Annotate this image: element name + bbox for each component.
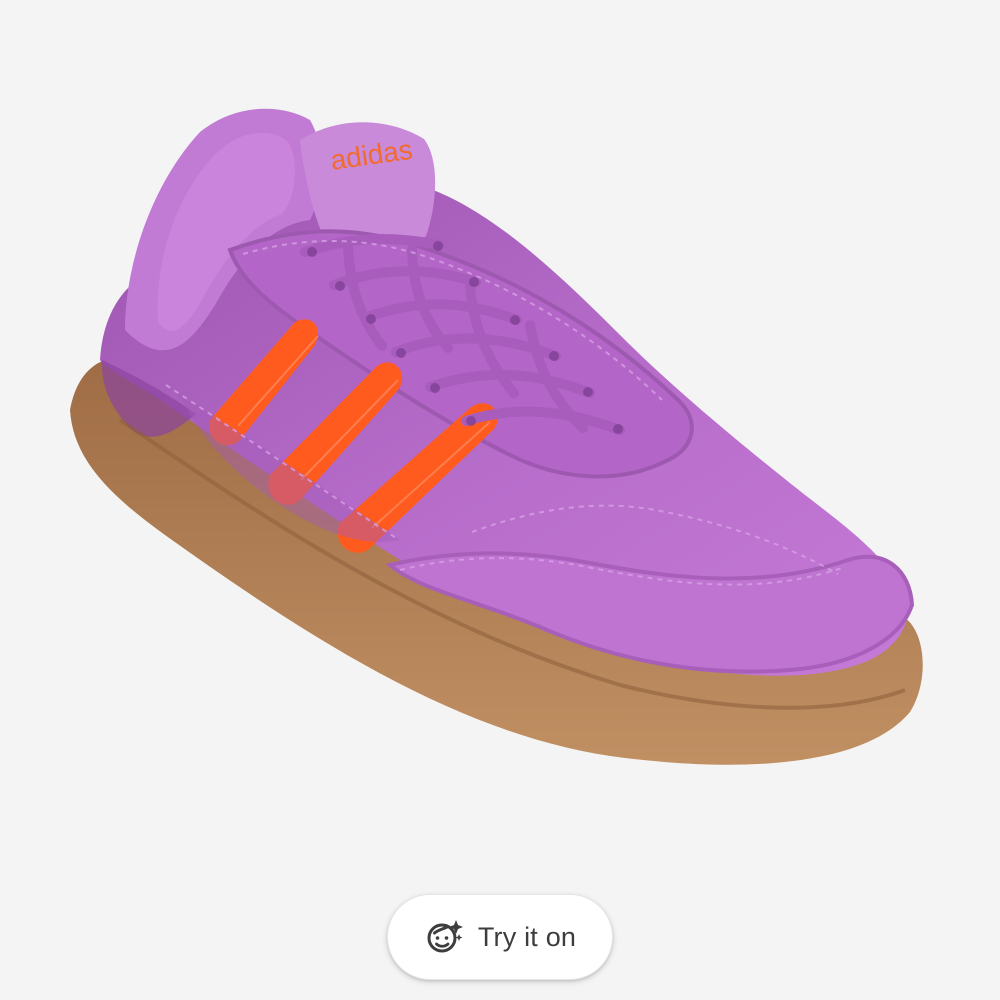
try-it-on-label: Try it on bbox=[477, 921, 577, 952]
face-sparkle-icon bbox=[427, 920, 463, 953]
try-it-on-button[interactable]: Try it on bbox=[387, 894, 613, 980]
product-viewer: adidas Try it on bbox=[0, 0, 1000, 1000]
product-image: adidas bbox=[0, 0, 1000, 1000]
